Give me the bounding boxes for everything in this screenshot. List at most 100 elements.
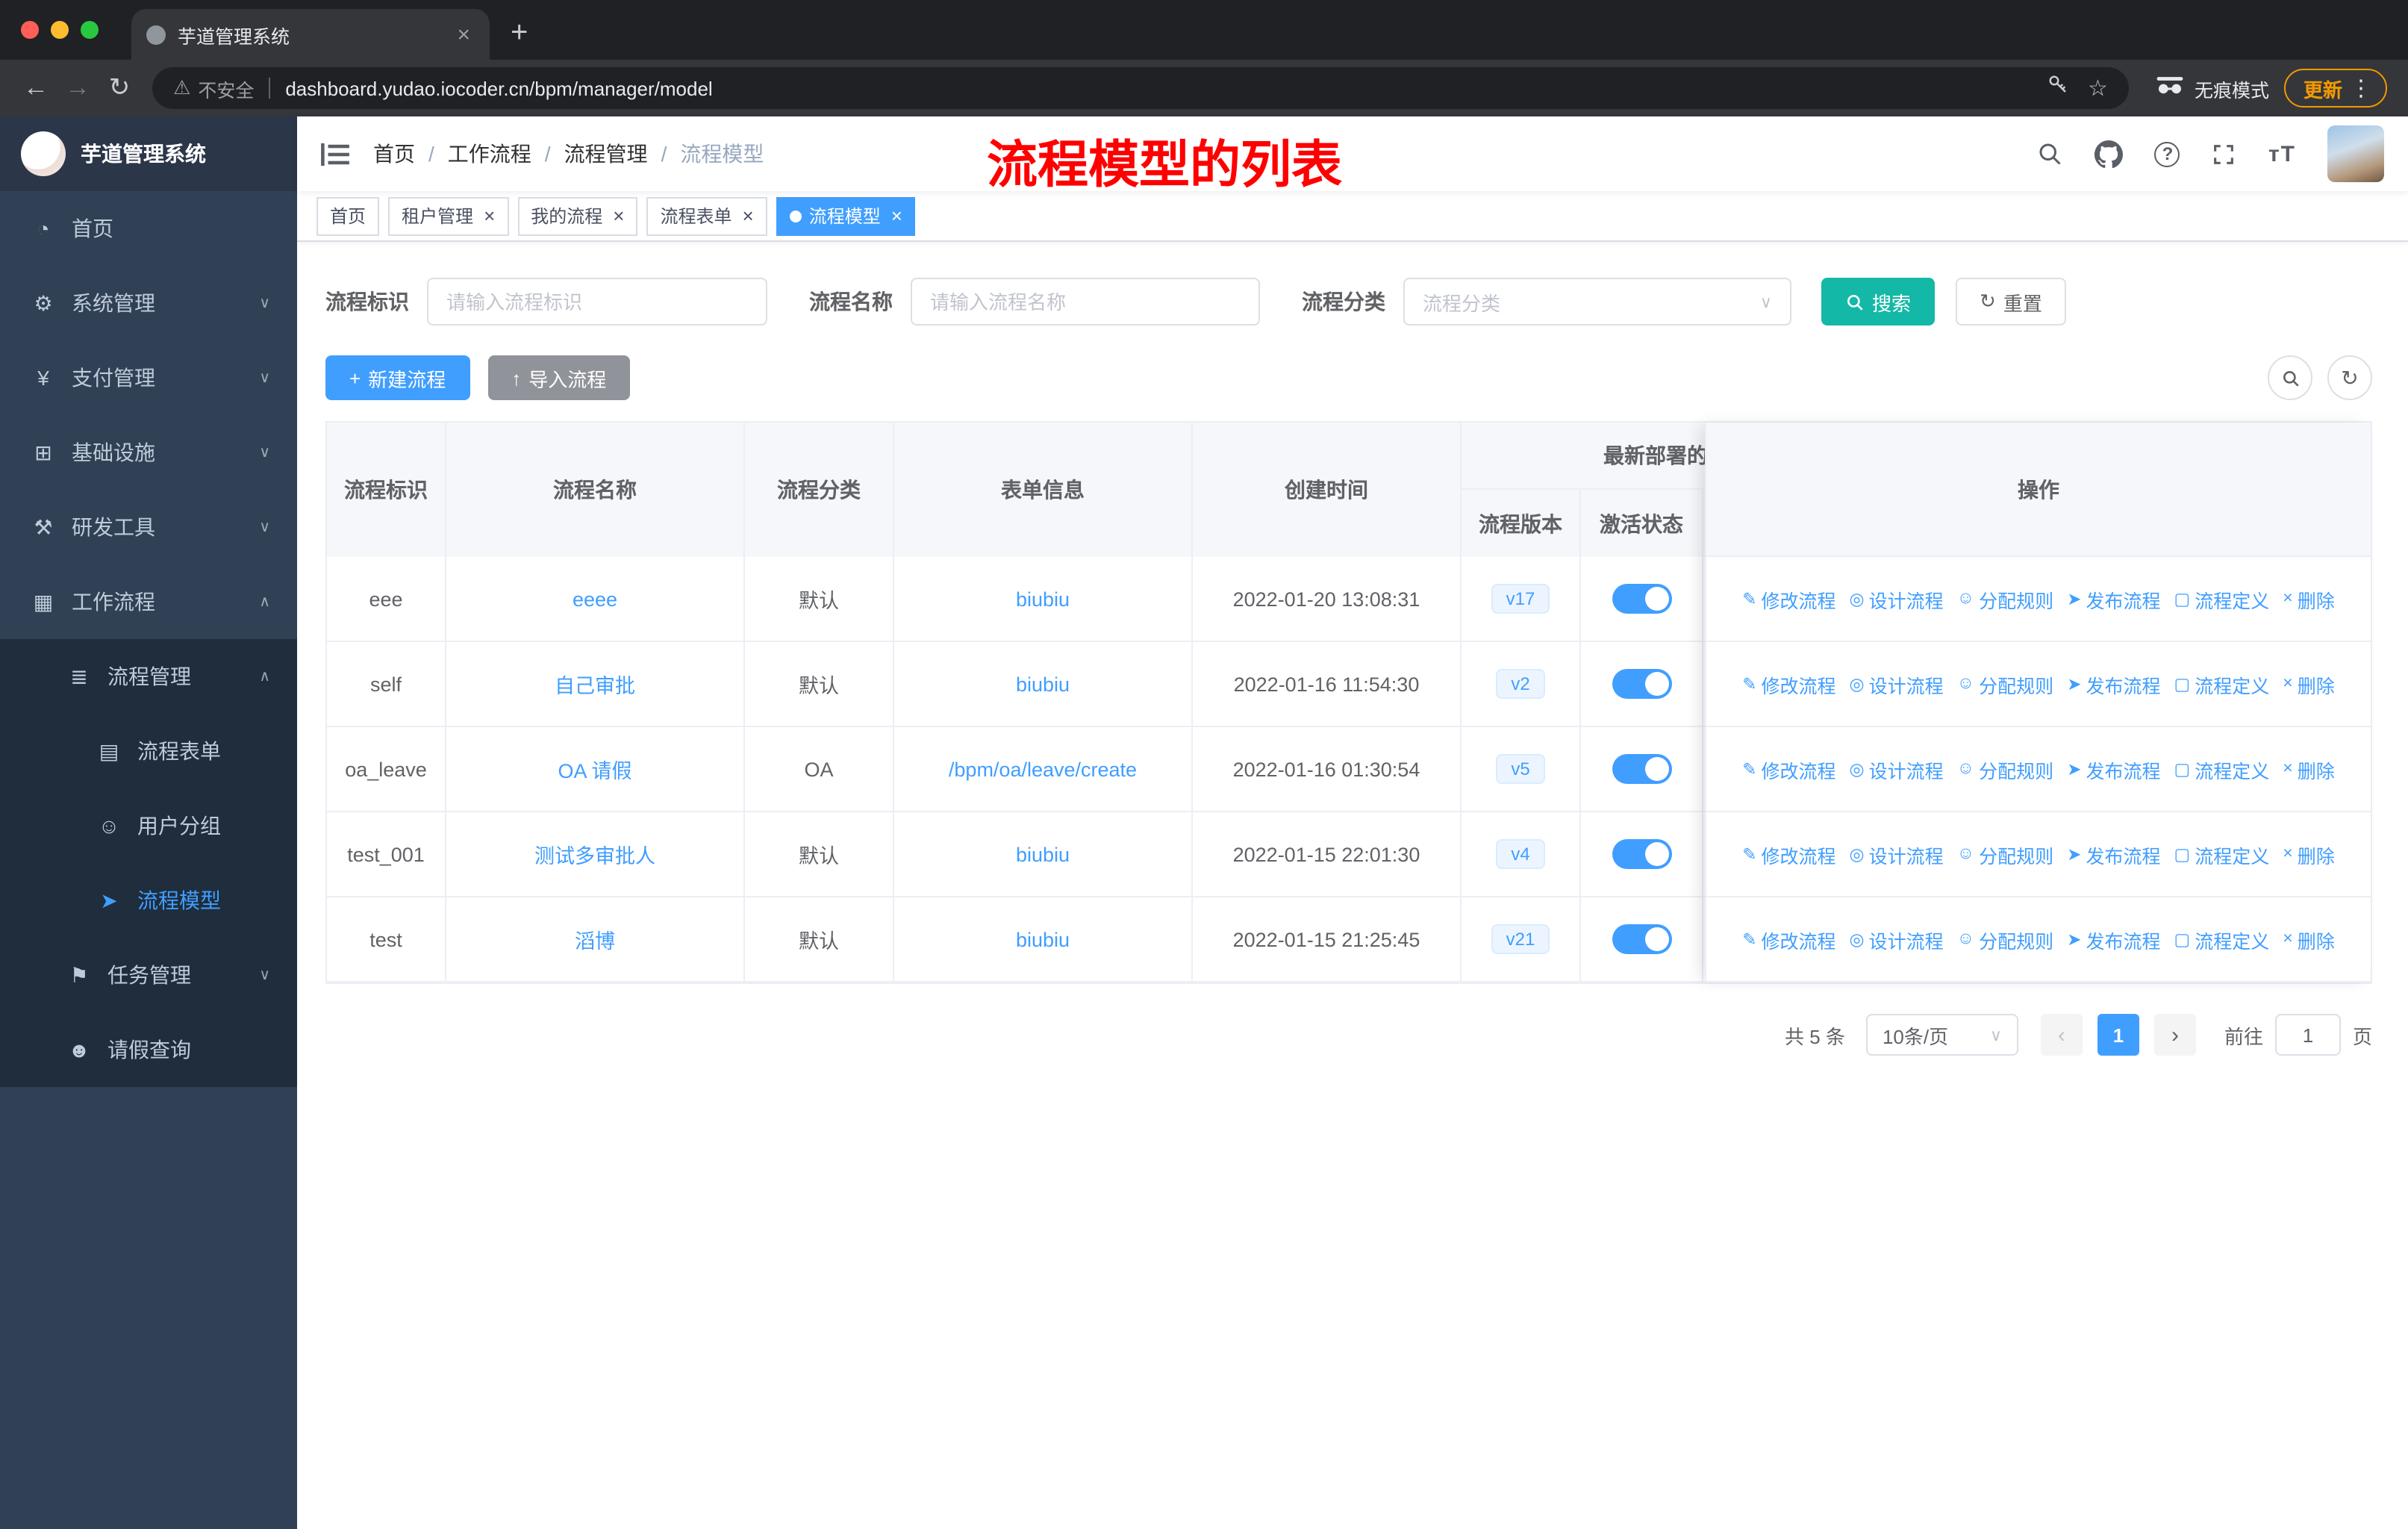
- address-bar[interactable]: ⚠ 不安全 dashboard.yudao.iocoder.cn/bpm/man…: [152, 67, 2129, 109]
- tag-close-icon[interactable]: ×: [743, 205, 754, 227]
- sidebar-item-task-mgmt[interactable]: ⚑ 任务管理 ∨: [0, 938, 297, 1012]
- bookmark-star-icon[interactable]: ☆: [2088, 75, 2108, 102]
- cell-process-name[interactable]: OA 请假: [446, 727, 745, 811]
- sidebar-item-devtools[interactable]: ⚒ 研发工具 ∨: [0, 490, 297, 564]
- window-minimize-button[interactable]: [51, 21, 69, 39]
- op-design-link[interactable]: ◎ 设计流程: [1850, 755, 1944, 783]
- cell-form-info[interactable]: biubiu: [894, 812, 1193, 896]
- sidebar-logo[interactable]: 芋道管理系统: [0, 116, 297, 191]
- active-toggle[interactable]: [1612, 924, 1671, 954]
- op-design-link[interactable]: ◎ 设计流程: [1850, 670, 1944, 698]
- user-avatar[interactable]: [2327, 125, 2384, 182]
- op-definition-link[interactable]: ▢ 流程定义: [2174, 840, 2270, 868]
- active-toggle[interactable]: [1612, 584, 1671, 614]
- breadcrumb-item[interactable]: 流程管理: [564, 139, 648, 169]
- op-delete-link[interactable]: × 删除: [2283, 670, 2334, 698]
- op-definition-link[interactable]: ▢ 流程定义: [2174, 755, 2270, 783]
- font-size-icon[interactable]: тT: [2268, 141, 2296, 166]
- tags-view-item[interactable]: 首页: [316, 196, 380, 235]
- cell-form-info[interactable]: biubiu: [894, 897, 1193, 981]
- breadcrumb-item[interactable]: 工作流程: [448, 139, 531, 169]
- cell-form-info[interactable]: biubiu: [894, 642, 1193, 726]
- active-toggle[interactable]: [1612, 754, 1671, 784]
- op-delete-link[interactable]: × 删除: [2283, 755, 2334, 783]
- reload-button[interactable]: ↻: [99, 73, 140, 103]
- cell-process-name[interactable]: 滔博: [446, 897, 745, 981]
- op-assign-link[interactable]: ☺ 分配规则: [1957, 585, 2054, 613]
- browser-tab[interactable]: 芋道管理系统 ×: [131, 9, 490, 60]
- sidebar-item-process-model[interactable]: ➤ 流程模型: [0, 863, 297, 938]
- op-assign-link[interactable]: ☺ 分配规则: [1957, 840, 2054, 868]
- sidebar-item-infrastructure[interactable]: ⊞ 基础设施 ∨: [0, 415, 297, 490]
- new-tab-button[interactable]: +: [511, 16, 528, 51]
- hamburger-icon[interactable]: [321, 141, 349, 166]
- tag-close-icon[interactable]: ×: [891, 205, 902, 227]
- sidebar-item-process-mgmt[interactable]: ≣ 流程管理 ∧: [0, 639, 297, 714]
- op-definition-link[interactable]: ▢ 流程定义: [2174, 585, 2270, 613]
- tags-view-item[interactable]: 我的流程 ×: [517, 196, 638, 235]
- process-name-input[interactable]: [911, 278, 1260, 326]
- op-edit-link[interactable]: ✎ 修改流程: [1742, 840, 1835, 868]
- tab-close-icon[interactable]: ×: [452, 22, 475, 47]
- goto-page-input[interactable]: [2274, 1014, 2341, 1056]
- sidebar-item-user-group[interactable]: ☺ 用户分组: [0, 788, 297, 863]
- op-publish-link[interactable]: ➤ 发布流程: [2067, 755, 2160, 783]
- forward-button[interactable]: →: [57, 73, 99, 103]
- cell-process-name[interactable]: eeee: [446, 557, 745, 641]
- active-toggle[interactable]: [1612, 669, 1671, 699]
- tags-view-item[interactable]: 流程表单 ×: [646, 196, 767, 235]
- active-toggle[interactable]: [1612, 839, 1671, 869]
- window-close-button[interactable]: [21, 21, 39, 39]
- op-publish-link[interactable]: ➤ 发布流程: [2067, 585, 2160, 613]
- update-button[interactable]: 更新 ⋮: [2283, 69, 2387, 108]
- op-delete-link[interactable]: × 删除: [2283, 585, 2334, 613]
- op-edit-link[interactable]: ✎ 修改流程: [1742, 585, 1835, 613]
- menu-dots-icon[interactable]: ⋮: [2350, 75, 2372, 102]
- op-assign-link[interactable]: ☺ 分配规则: [1957, 755, 2054, 783]
- key-icon[interactable]: [2046, 73, 2068, 103]
- op-definition-link[interactable]: ▢ 流程定义: [2174, 670, 2270, 698]
- cell-process-name[interactable]: 测试多审批人: [446, 812, 745, 896]
- process-key-input[interactable]: [427, 278, 767, 326]
- op-edit-link[interactable]: ✎ 修改流程: [1742, 755, 1835, 783]
- cell-form-info[interactable]: /bpm/oa/leave/create: [894, 727, 1193, 811]
- op-edit-link[interactable]: ✎ 修改流程: [1742, 925, 1835, 953]
- breadcrumb-item[interactable]: 首页: [373, 139, 415, 169]
- create-process-button[interactable]: + 新建流程: [325, 355, 470, 400]
- tags-view-item[interactable]: 租户管理 ×: [388, 196, 509, 235]
- back-button[interactable]: ←: [15, 73, 57, 103]
- window-zoom-button[interactable]: [81, 21, 99, 39]
- sidebar-item-leave-query[interactable]: ☻ 请假查询: [0, 1012, 297, 1087]
- search-button[interactable]: 搜索: [1821, 278, 1936, 326]
- sidebar-item-home[interactable]: ◔ 首页: [0, 191, 297, 266]
- op-delete-link[interactable]: × 删除: [2283, 840, 2334, 868]
- search-icon[interactable]: [2037, 140, 2064, 167]
- op-assign-link[interactable]: ☺ 分配规则: [1957, 925, 2054, 953]
- tag-close-icon[interactable]: ×: [613, 205, 624, 227]
- op-publish-link[interactable]: ➤ 发布流程: [2067, 840, 2160, 868]
- page-size-select[interactable]: 10条/页 ∨: [1865, 1014, 2018, 1056]
- help-icon[interactable]: ?: [2154, 141, 2180, 166]
- op-design-link[interactable]: ◎ 设计流程: [1850, 585, 1944, 613]
- op-definition-link[interactable]: ▢ 流程定义: [2174, 925, 2270, 953]
- op-design-link[interactable]: ◎ 设计流程: [1850, 840, 1944, 868]
- op-design-link[interactable]: ◎ 设计流程: [1850, 925, 1944, 953]
- op-delete-link[interactable]: × 删除: [2283, 925, 2334, 953]
- fullscreen-icon[interactable]: [2212, 141, 2237, 166]
- import-process-button[interactable]: ↑ 导入流程: [487, 355, 631, 400]
- cell-form-info[interactable]: biubiu: [894, 557, 1193, 641]
- tags-view-item[interactable]: 流程模型 ×: [776, 196, 916, 235]
- refresh-table-button[interactable]: ↻: [2327, 355, 2372, 400]
- sidebar-item-workflow[interactable]: ▦ 工作流程 ∧: [0, 564, 297, 639]
- tag-close-icon[interactable]: ×: [484, 205, 495, 227]
- op-edit-link[interactable]: ✎ 修改流程: [1742, 670, 1835, 698]
- sidebar-item-system[interactable]: ⚙ 系统管理 ∨: [0, 266, 297, 340]
- sidebar-item-payment[interactable]: ¥ 支付管理 ∨: [0, 340, 297, 415]
- github-icon[interactable]: [2094, 140, 2124, 168]
- op-publish-link[interactable]: ➤ 发布流程: [2067, 670, 2160, 698]
- process-category-select[interactable]: 流程分类 ∨: [1403, 278, 1791, 326]
- toggle-search-button[interactable]: [2268, 355, 2312, 400]
- sidebar-item-process-form[interactable]: ▤ 流程表单: [0, 714, 297, 788]
- cell-process-name[interactable]: 自己审批: [446, 642, 745, 726]
- op-publish-link[interactable]: ➤ 发布流程: [2067, 925, 2160, 953]
